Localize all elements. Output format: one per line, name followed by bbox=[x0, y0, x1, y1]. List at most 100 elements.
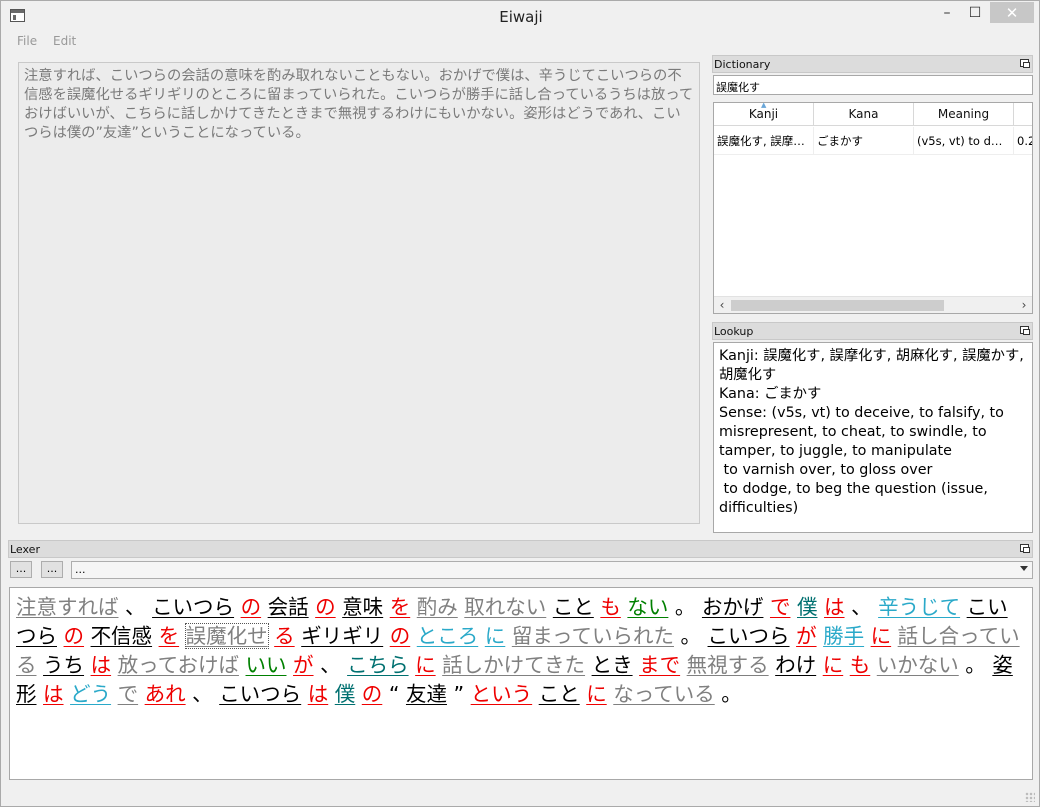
menu-file[interactable]: File bbox=[17, 34, 37, 48]
lexer-punctuation: “ bbox=[388, 682, 400, 706]
lexer-token[interactable]: こと bbox=[539, 682, 580, 706]
lexer-token[interactable]: は bbox=[43, 682, 64, 706]
chevron-down-icon bbox=[1020, 566, 1028, 571]
lexer-token[interactable]: ない bbox=[627, 595, 668, 619]
column-header-label: Kana bbox=[848, 107, 879, 121]
lexer-token[interactable]: わけ bbox=[775, 653, 816, 677]
lexer-token[interactable]: うち bbox=[43, 653, 84, 677]
lexer-token[interactable]: 無視する bbox=[687, 653, 769, 677]
lexer-token[interactable]: 不信感 bbox=[91, 624, 153, 648]
lexer-punctuation: 。 bbox=[674, 595, 696, 619]
lookup-dock-header: Lookup bbox=[712, 322, 1033, 340]
lexer-token[interactable]: は bbox=[308, 682, 329, 706]
lexer-token[interactable]: で bbox=[118, 682, 139, 706]
lexer-token-view: 注意すれば 、 こいつら の 会話 の 意味 を 酌み 取れない こと も ない… bbox=[9, 587, 1033, 780]
dictionary-results-table: ▲ Kanji Kana Meaning 誤魔化す, 誤摩… ごまかす (v5s… bbox=[713, 102, 1033, 314]
lexer-dock-header: Lexer bbox=[8, 540, 1033, 558]
lexer-token[interactable]: ところ bbox=[417, 624, 479, 648]
lexer-token[interactable]: 僕 bbox=[335, 682, 356, 706]
window-title: Eiwaji bbox=[499, 8, 543, 26]
lexer-option-button-1[interactable]: ... bbox=[10, 561, 32, 578]
lexer-token[interactable]: ギリギリ bbox=[301, 624, 383, 648]
lexer-token[interactable]: 取れない bbox=[464, 595, 546, 619]
lexer-token[interactable]: に bbox=[871, 624, 892, 648]
lexer-token[interactable]: が bbox=[796, 624, 817, 648]
scrollbar-thumb[interactable] bbox=[731, 300, 944, 311]
close-icon[interactable]: ✕ bbox=[990, 2, 1034, 23]
float-dock-icon[interactable] bbox=[1020, 544, 1030, 553]
lexer-dock-title: Lexer bbox=[10, 543, 40, 556]
lexer-token[interactable]: 僕 bbox=[797, 595, 818, 619]
menu-edit[interactable]: Edit bbox=[53, 34, 76, 48]
lexer-punctuation: 、 bbox=[320, 653, 341, 677]
horizontal-scrollbar[interactable]: ‹ › bbox=[714, 296, 1032, 313]
lookup-dock-title: Lookup bbox=[714, 325, 754, 338]
lexer-token[interactable]: まで bbox=[639, 653, 680, 677]
lexer-token[interactable]: が bbox=[293, 653, 314, 677]
source-text-editor[interactable]: 注意すれば、こいつらの会話の意味を酌み取れないこともない。おかげで僕は、辛うじて… bbox=[18, 62, 700, 524]
lexer-token[interactable]: 放っておけば bbox=[118, 653, 239, 677]
lexer-token[interactable]: 誤魔化せ bbox=[184, 623, 269, 649]
float-dock-icon[interactable] bbox=[1020, 326, 1030, 335]
lexer-token[interactable]: 酌み bbox=[417, 595, 458, 619]
lexer-token[interactable]: 会話 bbox=[268, 595, 309, 619]
column-header-score[interactable] bbox=[1014, 103, 1032, 126]
column-header-meaning[interactable]: Meaning bbox=[914, 103, 1014, 126]
lexer-token[interactable]: 意味 bbox=[342, 595, 383, 619]
lexer-punctuation: 。 bbox=[965, 653, 986, 677]
resize-grip-icon[interactable] bbox=[1025, 792, 1035, 802]
lexer-token[interactable]: を bbox=[159, 624, 180, 648]
lexer-token[interactable]: いい bbox=[246, 653, 287, 677]
dictionary-search-input[interactable]: 誤魔化す bbox=[713, 75, 1033, 95]
lexer-token[interactable]: は bbox=[824, 595, 845, 619]
float-dock-icon[interactable] bbox=[1020, 59, 1030, 68]
lexer-token[interactable]: いかない bbox=[877, 653, 959, 677]
lexer-token[interactable]: で bbox=[770, 595, 791, 619]
lexer-token[interactable]: 留まっていられた bbox=[512, 624, 674, 648]
lexer-token[interactable]: を bbox=[390, 595, 411, 619]
lexer-token[interactable]: 勝手 bbox=[823, 624, 864, 648]
minimize-icon[interactable]: – bbox=[934, 2, 960, 23]
cell-kanji: 誤魔化す, 誤摩… bbox=[714, 127, 814, 155]
lexer-token[interactable]: あれ bbox=[145, 682, 186, 706]
sort-indicator-icon: ▲ bbox=[761, 102, 767, 109]
lexer-token[interactable]: 辛うじて bbox=[878, 595, 960, 619]
lexer-token[interactable]: の bbox=[362, 682, 383, 706]
lexer-token[interactable]: こと bbox=[553, 595, 594, 619]
lexer-token[interactable]: おかげ bbox=[702, 595, 764, 619]
lexer-token[interactable]: の bbox=[241, 595, 262, 619]
lexer-token[interactable]: に bbox=[415, 653, 436, 677]
lexer-token[interactable]: も bbox=[600, 595, 621, 619]
scroll-right-icon[interactable]: › bbox=[1016, 297, 1032, 313]
lexer-token[interactable]: こちら bbox=[347, 653, 409, 677]
lexer-token[interactable]: とき bbox=[592, 653, 633, 677]
maximize-icon[interactable]: ☐ bbox=[962, 2, 988, 23]
lexer-token[interactable]: 友達 bbox=[406, 682, 447, 706]
lexer-token[interactable]: どう bbox=[70, 682, 111, 706]
lexer-select[interactable]: ... bbox=[71, 561, 1033, 579]
dictionary-dock-header: Dictionary bbox=[712, 55, 1033, 73]
lexer-token[interactable]: る bbox=[274, 624, 295, 648]
lexer-option-button-2[interactable]: ... bbox=[41, 561, 63, 578]
lexer-token[interactable]: は bbox=[91, 653, 112, 677]
column-header-kana[interactable]: Kana bbox=[814, 103, 914, 126]
lexer-token[interactable]: の bbox=[390, 624, 411, 648]
lexer-token[interactable]: 話しかけてきた bbox=[442, 653, 585, 677]
cell-score: 0.2 bbox=[1014, 127, 1032, 155]
table-row[interactable]: 誤魔化す, 誤摩… ごまかす (v5s, vt) to d… 0.2 bbox=[714, 127, 1032, 155]
lexer-token[interactable]: も bbox=[850, 653, 871, 677]
lexer-token[interactable]: なっている bbox=[613, 682, 714, 706]
lexer-token[interactable]: こいつら bbox=[708, 624, 790, 648]
lexer-token[interactable]: に bbox=[586, 682, 607, 706]
lexer-punctuation: 。 bbox=[721, 682, 742, 706]
scroll-left-icon[interactable]: ‹ bbox=[714, 297, 730, 313]
lexer-token[interactable]: に bbox=[823, 653, 844, 677]
lexer-token[interactable]: こいつら bbox=[219, 682, 301, 706]
lexer-token[interactable]: こいつら bbox=[152, 595, 234, 619]
column-header-kanji[interactable]: ▲ Kanji bbox=[714, 103, 814, 126]
lexer-token[interactable]: の bbox=[315, 595, 336, 619]
lexer-token[interactable]: の bbox=[64, 624, 85, 648]
lexer-token[interactable]: 注意すれば bbox=[16, 595, 119, 619]
lexer-token[interactable]: という bbox=[471, 682, 533, 706]
lexer-token[interactable]: に bbox=[485, 624, 506, 648]
